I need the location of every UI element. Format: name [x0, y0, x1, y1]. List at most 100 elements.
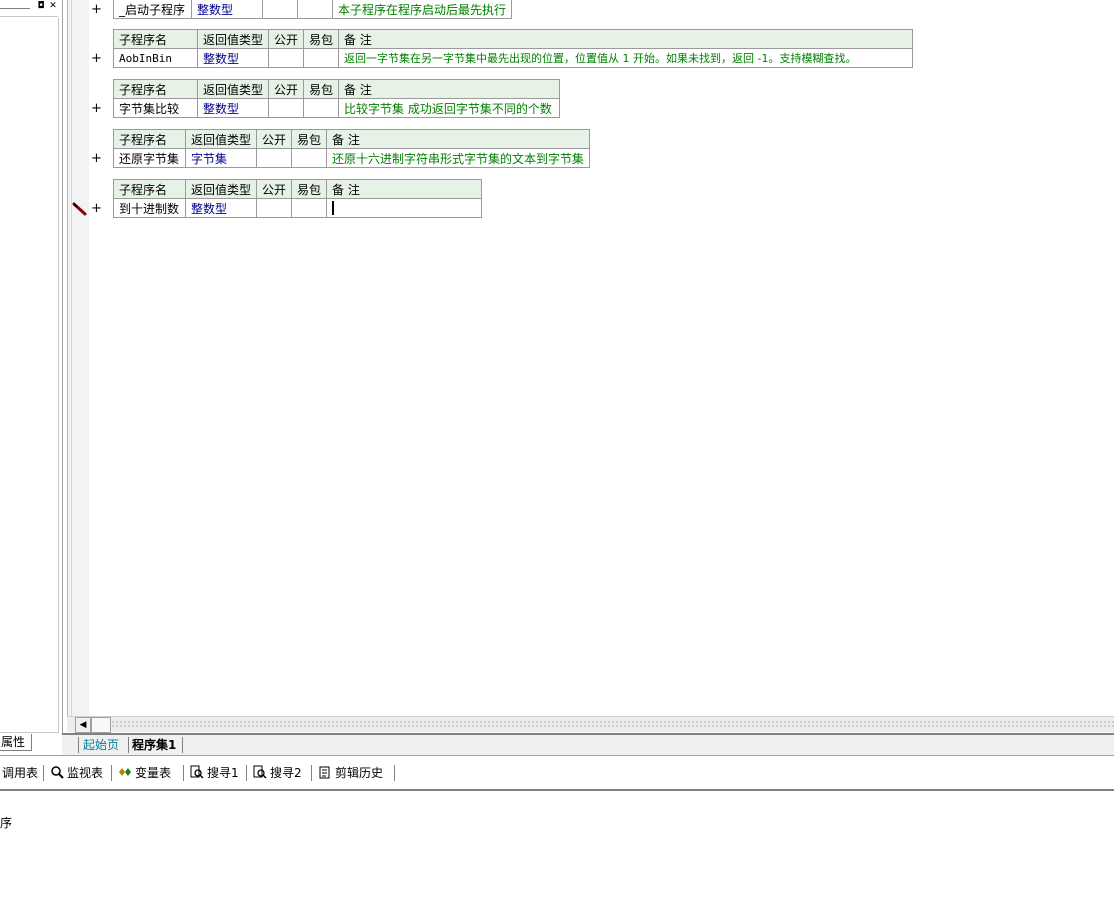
watch-table-tab[interactable]: 监视表 [50, 765, 103, 781]
subroutine-name[interactable]: 字节集比较 [113, 98, 198, 118]
header-public: 公开 [268, 29, 305, 49]
search1-label: 搜寻1 [207, 766, 239, 780]
easy-pack-cell[interactable] [297, 0, 333, 19]
variable-icon [119, 768, 131, 776]
expand-icon[interactable]: + [91, 52, 102, 66]
return-type[interactable]: 字节集 [184, 148, 258, 168]
header-name: 子程序名 [113, 79, 198, 99]
public-cell[interactable] [256, 148, 293, 168]
table-row[interactable]: _启动子程序 整数型 本子程序在程序启动后最先执行 [113, 0, 513, 19]
panel-title-line [0, 8, 30, 9]
call-table-tab[interactable]: 调用表 [2, 765, 38, 781]
note-cell[interactable] [326, 198, 483, 218]
scroll-track[interactable] [111, 720, 1114, 728]
document-tabs: 起始页 程序集1 [62, 733, 1114, 755]
toolbar-top-border [0, 755, 1114, 756]
note-cell[interactable]: 比较字节集 成功返回字节集不同的个数 [338, 98, 561, 118]
variable-table-label: 变量表 [135, 766, 172, 780]
header-easy-pack: 易包 [291, 129, 328, 149]
header-return-type: 返回值类型 [196, 79, 270, 99]
return-type[interactable]: 整数型 [184, 198, 258, 218]
watch-table-label: 监视表 [67, 766, 104, 780]
public-cell[interactable] [268, 48, 305, 68]
return-type[interactable]: 整数型 [196, 98, 270, 118]
table-row[interactable]: 到十进制数 整数型 [113, 198, 483, 218]
public-cell[interactable] [262, 0, 298, 19]
header-easy-pack: 易包 [303, 29, 340, 49]
header-name: 子程序名 [113, 129, 186, 149]
close-icon[interactable]: ✕ [48, 1, 58, 11]
header-easy-pack: 易包 [291, 179, 328, 199]
toolbar-separator [394, 765, 395, 781]
table-header-row: 子程序名 返回值类型 公开 易包 备 注 [113, 129, 591, 149]
public-cell[interactable] [268, 98, 305, 118]
note-cell[interactable]: 本子程序在程序启动后最先执行 [331, 0, 513, 19]
output-text: 序 [0, 816, 13, 830]
expand-icon[interactable]: + [91, 152, 102, 166]
easy-pack-cell[interactable] [291, 148, 328, 168]
magnifier-icon [51, 766, 64, 779]
header-note: 备 注 [326, 179, 483, 199]
return-type[interactable]: 整数型 [196, 48, 270, 68]
table-header-row: 子程序名 返回值类型 公开 易包 备 注 [113, 179, 483, 199]
subroutine-table: 子程序名 返回值类型 公开 易包 备 注 还原字节集 字节集 还原十六进制字符串… [113, 129, 591, 168]
subroutine-name[interactable]: _启动子程序 [113, 0, 192, 19]
table-row[interactable]: AobInBin 整数型 返回一字节集在另一字节集中最先出现的位置，位置值从 1… [113, 48, 914, 68]
easy-pack-cell[interactable] [303, 48, 340, 68]
variable-table-tab[interactable]: 变量表 [118, 765, 171, 781]
search1-tab[interactable]: 搜寻1 [190, 765, 239, 781]
header-note: 备 注 [338, 79, 561, 99]
horizontal-scrollbar[interactable]: ◀ [67, 716, 1114, 733]
public-cell[interactable] [256, 198, 293, 218]
scroll-thumb[interactable] [91, 717, 111, 733]
property-tab[interactable]: 属性 [0, 734, 32, 751]
toolbar-separator [183, 765, 184, 781]
panel-content [0, 18, 59, 733]
header-note: 备 注 [326, 129, 591, 149]
toolbar-separator [311, 765, 312, 781]
expand-icon[interactable]: + [91, 3, 102, 17]
call-table-label: 调用表 [2, 766, 39, 780]
easy-pack-cell[interactable] [303, 98, 340, 118]
clip-history-label: 剪辑历史 [335, 766, 384, 780]
tab-module-1[interactable]: 程序集1 [128, 737, 184, 753]
bottom-toolbar: 调用表 监视表 变量表 搜寻1 搜寻2 剪辑历史 [0, 760, 1114, 788]
tab-start-page[interactable]: 起始页 [78, 737, 125, 753]
toolbar-separator [246, 765, 247, 781]
subroutine-table: _启动子程序 整数型 本子程序在程序启动后最先执行 [113, 0, 513, 19]
toolbar-separator [43, 765, 44, 781]
subroutine-name[interactable]: AobInBin [113, 48, 198, 68]
edit-pen-icon [72, 202, 87, 216]
table-header-row: 子程序名 返回值类型 公开 易包 备 注 [113, 79, 561, 99]
scroll-left-icon[interactable]: ◀ [75, 717, 91, 733]
table-row[interactable]: 字节集比较 整数型 比较字节集 成功返回字节集不同的个数 [113, 98, 561, 118]
table-header-row: 子程序名 返回值类型 公开 易包 备 注 [113, 29, 914, 49]
panel-divider [0, 16, 58, 17]
easy-pack-cell[interactable] [291, 198, 328, 218]
note-cell[interactable]: 还原十六进制字符串形式字节集的文本到字节集 [326, 148, 591, 168]
header-easy-pack: 易包 [303, 79, 340, 99]
output-panel[interactable] [0, 792, 1114, 915]
gutter-divider [71, 0, 72, 716]
subroutine-table: 子程序名 返回值类型 公开 易包 备 注 AobInBin 整数型 返回一字节集… [113, 29, 914, 68]
subroutine-table: 子程序名 返回值类型 公开 易包 备 注 到十进制数 整数型 [113, 179, 483, 218]
header-public: 公开 [256, 179, 293, 199]
subroutine-name[interactable]: 还原字节集 [113, 148, 186, 168]
search2-tab[interactable]: 搜寻2 [253, 765, 302, 781]
text-caret [332, 201, 335, 216]
header-return-type: 返回值类型 [184, 179, 258, 199]
search-doc-icon [253, 765, 267, 779]
expand-icon[interactable]: + [91, 202, 102, 216]
table-row[interactable]: 还原字节集 字节集 还原十六进制字符串形式字节集的文本到字节集 [113, 148, 591, 168]
clipboard-icon [319, 766, 330, 779]
return-type[interactable]: 整数型 [191, 0, 263, 19]
header-note: 备 注 [338, 29, 914, 49]
note-cell[interactable]: 返回一字节集在另一字节集中最先出现的位置，位置值从 1 开始。如果未找到，返回 … [338, 48, 914, 68]
subroutine-name[interactable]: 到十进制数 [113, 198, 186, 218]
expand-icon[interactable]: + [91, 102, 102, 116]
toolbar-separator [111, 765, 112, 781]
clip-history-tab[interactable]: 剪辑历史 [318, 765, 383, 781]
header-return-type: 返回值类型 [184, 129, 258, 149]
pin-icon[interactable]: ◘ [36, 1, 46, 11]
subroutine-table: 子程序名 返回值类型 公开 易包 备 注 字节集比较 整数型 比较字节集 成功返… [113, 79, 561, 118]
